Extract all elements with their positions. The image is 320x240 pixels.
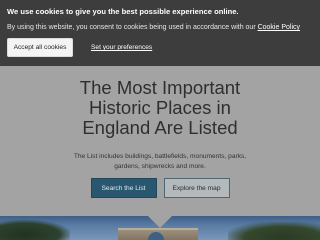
section-notch-arrow bbox=[148, 216, 172, 228]
hero-description: The List includes buildings, battlefield… bbox=[60, 152, 260, 172]
cookie-policy-link[interactable]: Cookie Policy bbox=[258, 24, 300, 31]
hero-title-line-2: Historic Places in bbox=[89, 97, 231, 118]
cookie-actions: Accept all cookies Set your preferences bbox=[7, 38, 152, 57]
cookie-title: We use cookies to give you the best poss… bbox=[7, 7, 239, 16]
cookie-consent-message: By using this website, you consent to co… bbox=[7, 24, 258, 31]
hero-title-line-3: England Are Listed bbox=[82, 117, 238, 138]
tree-foliage-left bbox=[0, 220, 70, 240]
search-the-list-button[interactable]: Search the List bbox=[90, 178, 157, 198]
hero-section: The Most Important Historic Places in En… bbox=[0, 66, 320, 216]
hero-title: The Most Important Historic Places in En… bbox=[0, 78, 320, 138]
set-preferences-link[interactable]: Set your preferences bbox=[91, 44, 152, 51]
cookie-consent-text: By using this website, you consent to co… bbox=[7, 23, 313, 33]
tree-foliage-right bbox=[228, 222, 320, 240]
hero-description-line-2: gardens, shipwrecks and more. bbox=[114, 163, 206, 170]
hero-buttons: Search the List Explore the map bbox=[0, 178, 320, 198]
hero-title-line-1: The Most Important bbox=[79, 77, 241, 98]
cookie-banner: We use cookies to give you the best poss… bbox=[0, 0, 320, 66]
explore-the-map-button[interactable]: Explore the map bbox=[163, 178, 230, 198]
accept-all-cookies-button[interactable]: Accept all cookies bbox=[7, 38, 73, 57]
hero-description-line-1: The List includes buildings, battlefield… bbox=[73, 153, 247, 160]
